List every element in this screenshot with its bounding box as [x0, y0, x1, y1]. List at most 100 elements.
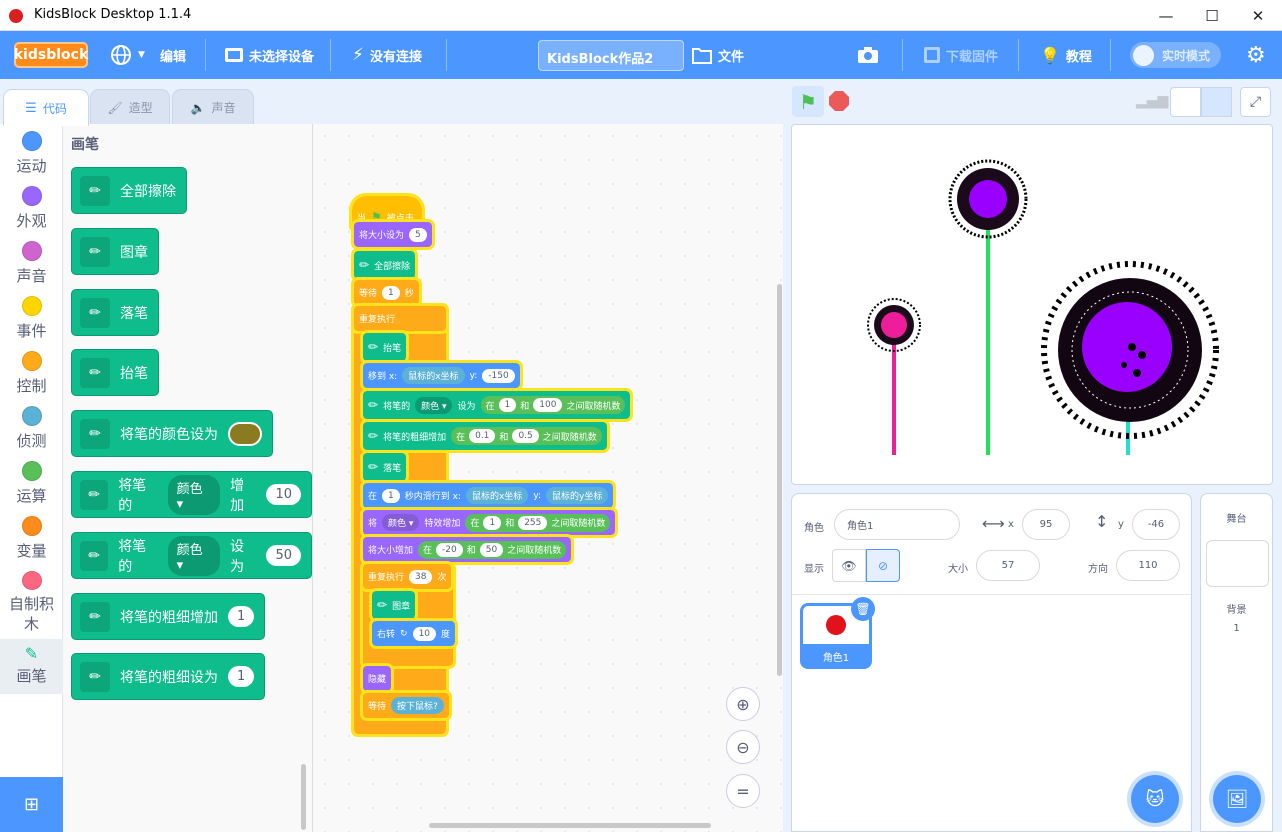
- direction-input[interactable]: 110: [1116, 550, 1180, 581]
- random-operator[interactable]: 在 0.1 和 0.5 之间取随机数: [451, 427, 602, 445]
- category-motion[interactable]: 运动: [0, 124, 63, 179]
- value-input[interactable]: 0.5: [512, 429, 539, 443]
- mouse-x-reporter[interactable]: 鼠标的x坐标: [402, 367, 465, 384]
- effect-dropdown[interactable]: 颜色 ▾: [382, 514, 420, 531]
- device-menu[interactable]: 未选择设备: [225, 31, 314, 79]
- y-position-input[interactable]: -46: [1132, 509, 1180, 540]
- tutorial-button[interactable]: 💡 教程: [1040, 31, 1092, 79]
- block-pen-clear[interactable]: ✏ 全部擦除: [71, 167, 187, 214]
- change-pen-size-block[interactable]: ✏ 将笔的粗细增加在 0.1 和 0.5 之间取随机数: [360, 419, 610, 453]
- tab-code[interactable]: ☰ 代码: [3, 89, 89, 126]
- tab-costume[interactable]: 🖌 造型: [90, 89, 170, 125]
- goto-xy-block[interactable]: 移到 x: 鼠标的x坐标 y: -150: [360, 360, 523, 391]
- category-variables[interactable]: 变量: [0, 509, 63, 564]
- value-input[interactable]: 100: [533, 398, 563, 412]
- edit-menu[interactable]: 编辑: [160, 31, 186, 79]
- value-input[interactable]: 1: [382, 285, 400, 300]
- small-stage-button[interactable]: [1170, 87, 1201, 117]
- value-input[interactable]: 10: [412, 626, 437, 641]
- pen-stamp-block[interactable]: ✏ 图章: [368, 588, 419, 622]
- value-input[interactable]: 10: [266, 484, 301, 505]
- pen-down-block[interactable]: ✏ 落笔: [359, 450, 410, 484]
- random-operator[interactable]: 在 1 和 255 之间取随机数: [465, 513, 611, 532]
- workspace-horizontal-scrollbar[interactable]: [429, 823, 711, 828]
- palette-scrollbar[interactable]: [301, 764, 306, 830]
- set-size-block[interactable]: 将大小设为 5: [351, 219, 435, 250]
- mouse-y-reporter[interactable]: 鼠标的y坐标: [546, 487, 609, 504]
- block-change-pen-size[interactable]: ✏ 将笔的粗细增加 1: [71, 593, 266, 640]
- delete-sprite-button[interactable]: 🗑: [851, 597, 875, 621]
- settings-button[interactable]: ⚙: [1246, 31, 1266, 79]
- category-sensing[interactable]: 侦测: [0, 399, 63, 454]
- value-input[interactable]: 1: [228, 606, 255, 627]
- turn-right-block[interactable]: 右转 ↻ 10 度: [368, 618, 459, 649]
- language-menu[interactable]: ▼: [110, 31, 145, 79]
- value-input[interactable]: 1: [382, 488, 400, 503]
- show-sprite-button[interactable]: 👁: [832, 549, 866, 582]
- color-swatch[interactable]: [228, 421, 262, 446]
- block-set-pen-color[interactable]: ✏ 将笔的颜色设为: [71, 410, 273, 457]
- hide-sprite-button[interactable]: ⊘: [866, 549, 900, 582]
- mouse-x-reporter[interactable]: 鼠标的x坐标: [465, 487, 529, 504]
- value-input[interactable]: 5: [409, 227, 427, 242]
- value-input[interactable]: 50: [479, 542, 504, 557]
- random-operator[interactable]: 在 1 和 100 之间取随机数: [480, 396, 626, 414]
- param-dropdown[interactable]: 颜色 ▾: [167, 474, 221, 515]
- zoom-out-button[interactable]: ⊖: [726, 730, 760, 764]
- wait-block[interactable]: 等待 1 秒: [351, 277, 422, 308]
- stage-thumbnail[interactable]: [1206, 540, 1269, 587]
- value-input[interactable]: -150: [482, 368, 515, 383]
- choose-sprite-button[interactable]: 🐱: [1131, 775, 1179, 823]
- forever-block[interactable]: 重复执行: [351, 303, 449, 334]
- zoom-reset-button[interactable]: =: [726, 774, 760, 808]
- normal-stage-button[interactable]: [1201, 87, 1232, 117]
- category-looks[interactable]: 外观: [0, 179, 63, 234]
- value-input[interactable]: 255: [518, 515, 548, 530]
- value-input[interactable]: -20: [436, 542, 463, 557]
- set-pen-color-block[interactable]: ✏ 将笔的 颜色 ▾ 设为在 1 和 100 之间取随机数: [359, 388, 634, 422]
- connection-menu[interactable]: ⚡ 没有连接: [352, 31, 422, 79]
- size-input[interactable]: 57: [976, 550, 1040, 581]
- fullscreen-button[interactable]: ⤢: [1240, 87, 1271, 117]
- param-dropdown[interactable]: 颜色 ▾: [167, 535, 221, 576]
- block-set-pen-param[interactable]: ✏ 将笔的 颜色 ▾ 设为 50: [71, 532, 312, 579]
- stage-canvas[interactable]: [791, 124, 1273, 485]
- realtime-mode-toggle[interactable]: 实时模式: [1130, 42, 1221, 68]
- repeat-block[interactable]: 重复执行 38 次: [359, 561, 455, 592]
- param-dropdown[interactable]: 颜色 ▾: [415, 396, 453, 414]
- block-pen-up[interactable]: ✏ 抬笔: [71, 349, 159, 396]
- value-input[interactable]: 50: [266, 545, 301, 566]
- hide-block[interactable]: 隐藏: [359, 663, 395, 694]
- minimize-button[interactable]: —: [1143, 0, 1189, 31]
- green-flag-button[interactable]: ⚑: [792, 86, 824, 117]
- category-my-blocks[interactable]: 自制积木: [0, 564, 63, 634]
- value-input[interactable]: 1: [483, 515, 502, 530]
- project-name-input[interactable]: KidsBlock作品2: [538, 40, 684, 71]
- value-input[interactable]: 0.1: [469, 429, 496, 443]
- block-change-pen-param[interactable]: ✏ 将笔的 颜色 ▾ 增加 10: [71, 471, 312, 518]
- category-pen[interactable]: ✎ 画笔: [0, 639, 63, 694]
- screenshot-button[interactable]: [857, 31, 879, 79]
- kidsblock-logo[interactable]: kidsblock: [14, 42, 88, 68]
- stop-button[interactable]: [829, 91, 849, 111]
- sprite-name-input[interactable]: 角色1: [834, 509, 960, 540]
- wait-until-block[interactable]: 等待 按下鼠标?: [360, 690, 452, 721]
- random-operator[interactable]: 在 -20 和 50 之间取随机数: [418, 540, 567, 559]
- pen-clear-block[interactable]: ✏ 全部擦除: [350, 248, 419, 282]
- zoom-in-button[interactable]: ⊕: [726, 687, 760, 721]
- category-control[interactable]: 控制: [0, 344, 63, 399]
- tab-sound[interactable]: 🔈 声音: [172, 89, 254, 125]
- mouse-down-reporter[interactable]: 按下鼠标?: [391, 697, 444, 714]
- download-firmware-button[interactable]: 下载固件: [924, 31, 998, 79]
- change-effect-block[interactable]: 将颜色 ▾ 特效增加在 1 和 255 之间取随机数: [359, 507, 619, 538]
- close-button[interactable]: ✕: [1235, 0, 1281, 31]
- block-set-pen-size[interactable]: ✏ 将笔的粗细设为 1: [71, 653, 266, 700]
- glide-block[interactable]: 在 1 秒内滑行到 x: 鼠标的x坐标 y: 鼠标的y坐标: [359, 480, 617, 511]
- category-events[interactable]: 事件: [0, 289, 63, 344]
- value-input[interactable]: 1: [228, 666, 255, 687]
- workspace-vertical-scrollbar[interactable]: [777, 284, 782, 676]
- block-pen-down[interactable]: ✏ 落笔: [71, 289, 159, 336]
- category-sound[interactable]: 声音: [0, 234, 63, 289]
- add-extension-button[interactable]: ⊞: [0, 777, 63, 832]
- value-input[interactable]: 1: [498, 398, 517, 412]
